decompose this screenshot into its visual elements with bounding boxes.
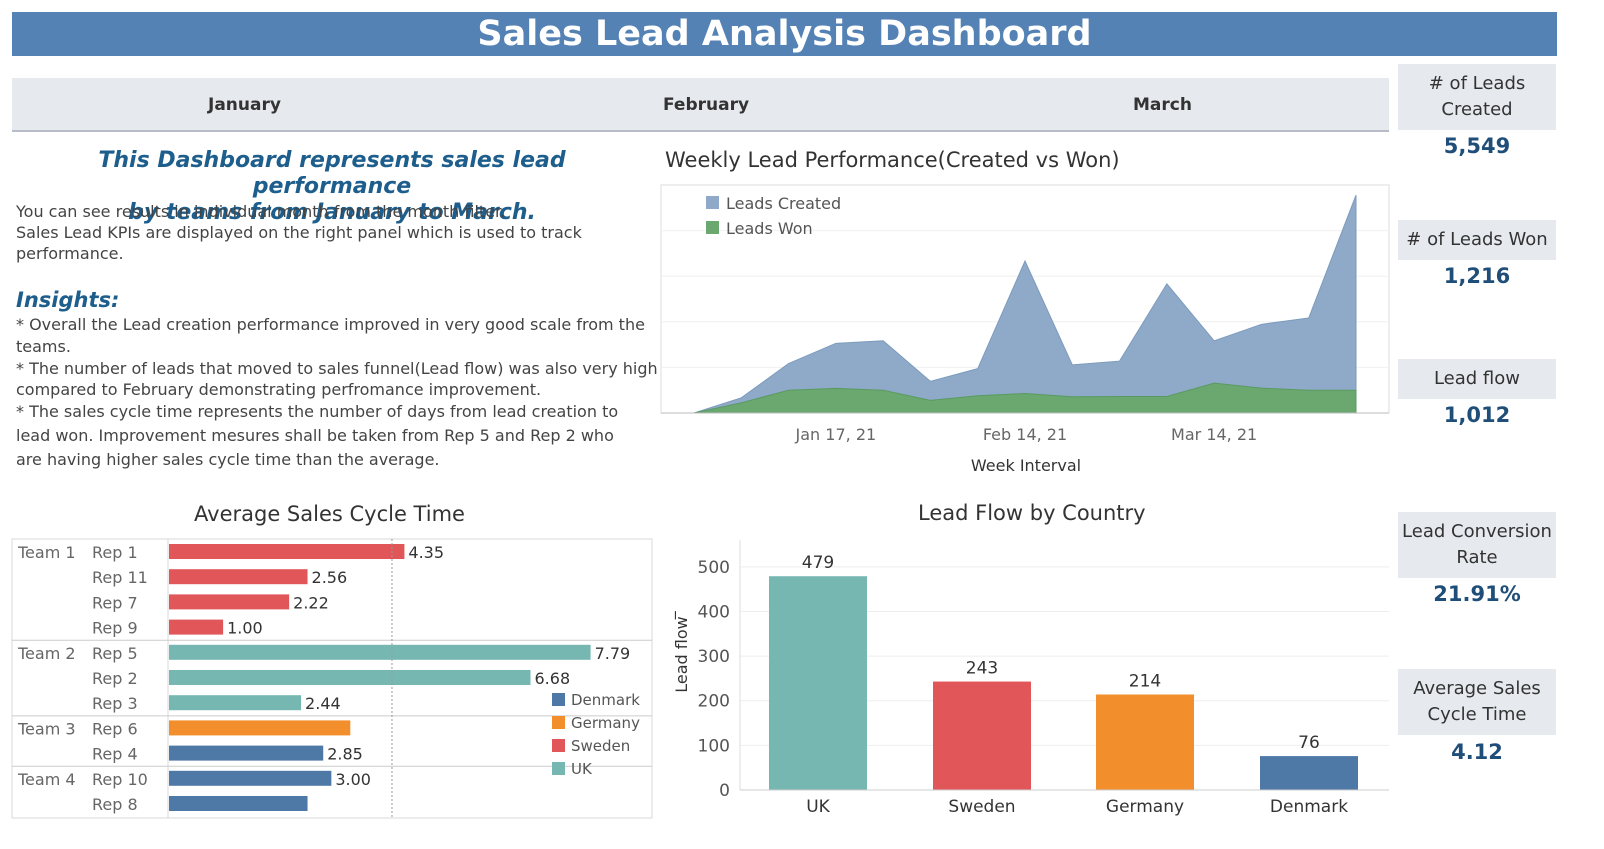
rep-label: Rep 5 — [92, 644, 138, 663]
cycle-data-label: 4.35 — [408, 543, 444, 562]
cycle-data-label: 7.79 — [595, 644, 631, 663]
rep-label: Rep 1 — [92, 543, 138, 562]
country-x-tick-label: UK — [806, 797, 830, 817]
country-data-label: 76 — [1298, 733, 1320, 753]
cycle-bar — [169, 594, 290, 610]
cycle-data-label: 6.68 — [535, 669, 571, 688]
cycle-data-label: 2.56 — [312, 568, 348, 587]
team-label: Team 4 — [17, 770, 76, 789]
cycle-bar — [169, 544, 405, 559]
country-data-label: 243 — [966, 659, 998, 679]
cycle-data-label: 3.00 — [335, 770, 371, 789]
cycle-bar — [169, 720, 351, 736]
cycle-bar — [169, 644, 591, 660]
weekly-legend-swatch — [706, 221, 719, 234]
cycle-bar — [169, 670, 531, 685]
cycle-legend-label: Sweden — [571, 737, 630, 755]
rep-label: Rep 3 — [92, 694, 138, 713]
rep-label: Rep 6 — [92, 719, 138, 738]
cycle-data-label: 2.22 — [293, 593, 329, 612]
rep-label: Rep 10 — [92, 770, 148, 789]
country-y-tick-label: 100 — [698, 736, 730, 756]
country-y-tick-label: 200 — [698, 692, 730, 712]
country-y-axis-title: Lead flow ̅ — [672, 610, 691, 693]
country-bar — [769, 576, 867, 790]
country-x-tick-label: Sweden — [948, 797, 1015, 817]
cycle-data-label: 2.85 — [327, 745, 363, 764]
cycle-data-label: 1.00 — [227, 619, 263, 638]
cycle-legend-swatch — [552, 762, 565, 775]
sales-cycle-chart: Team 1 Rep 1 4.35 Rep 11 2.56 Rep 7 2.22 Rep 9 1… — [11, 538, 653, 819]
country-bar — [933, 681, 1031, 790]
cycle-legend-swatch — [552, 693, 565, 706]
cycle-bar — [169, 745, 324, 761]
rep-label: Rep 8 — [92, 795, 138, 814]
cycle-legend-swatch — [552, 716, 565, 729]
weekly-legend-label: Leads Won — [726, 219, 813, 238]
rep-label: Rep 11 — [92, 568, 148, 587]
lead-flow-country-chart: 0 100 200 300 400 500 Lead flow ̅ 479 UK 243 Swede… — [672, 540, 1389, 817]
weekly-x-tick-label: Feb 14, 21 — [983, 425, 1067, 444]
country-data-label: 479 — [802, 553, 834, 573]
team-label: Team 3 — [17, 719, 76, 738]
cycle-bar — [169, 770, 332, 786]
weekly-legend-label: Leads Created — [726, 194, 841, 213]
team-label: Team 1 — [17, 543, 76, 562]
country-x-tick-label: Denmark — [1270, 797, 1348, 817]
cycle-legend-swatch — [552, 739, 565, 752]
cycle-data-label: 2.44 — [305, 694, 341, 713]
country-y-tick-label: 400 — [698, 602, 730, 622]
weekly-x-tick-label: Mar 14, 21 — [1171, 425, 1257, 444]
cycle-bar — [169, 569, 308, 585]
weekly-legend-swatch — [706, 196, 719, 209]
country-bar — [1096, 694, 1194, 790]
team-label: Team 2 — [17, 644, 76, 663]
cycle-legend-label: UK — [571, 760, 593, 778]
country-y-tick-label: 0 — [719, 781, 730, 801]
cycle-bar — [169, 796, 308, 811]
rep-label: Rep 4 — [92, 745, 138, 764]
cycle-bar — [169, 695, 302, 711]
weekly-x-tick-label: Jan 17, 21 — [795, 425, 877, 444]
country-bar — [1260, 756, 1358, 790]
cycle-legend-label: Germany — [571, 714, 640, 732]
charts-canvas: Jan 17, 21 Feb 14, 21 Mar 14, 21 Week Inter… — [11, 184, 1390, 819]
country-data-label: 214 — [1129, 671, 1161, 691]
rep-label: Rep 7 — [92, 593, 138, 612]
country-x-tick-label: Germany — [1106, 797, 1184, 817]
cycle-legend-label: Denmark — [571, 691, 640, 709]
rep-label: Rep 2 — [92, 669, 138, 688]
weekly-x-axis-title: Week Interval — [971, 456, 1081, 475]
country-y-tick-label: 300 — [698, 647, 730, 667]
weekly-lead-chart: Jan 17, 21 Feb 14, 21 Mar 14, 21 Week Inter… — [660, 184, 1390, 475]
cycle-bar — [169, 619, 224, 635]
country-y-tick-label: 500 — [698, 558, 730, 578]
rep-label: Rep 9 — [92, 619, 138, 638]
